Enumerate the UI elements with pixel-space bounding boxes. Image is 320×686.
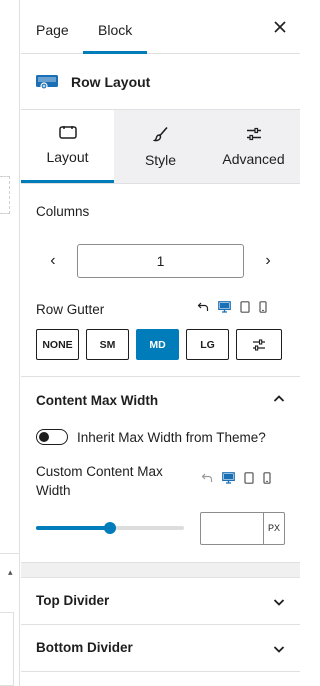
mobile-icon[interactable] [259,301,267,313]
tab-page[interactable]: Page [21,0,84,53]
tab-style-label: Style [144,151,177,168]
top-divider-panel[interactable]: Top Divider [21,578,300,624]
close-icon[interactable] [272,19,288,35]
bottom-divider-panel[interactable]: Bottom Divider [21,625,300,671]
caret-icon: ▴ [8,567,13,577]
unit-select[interactable]: PX [264,512,285,545]
content-max-width-title[interactable]: Content Max Width [36,393,158,408]
section-spacer [21,562,300,578]
block-card: Row Layout [21,54,300,110]
block-settings-sidebar: Page Block Row Layout Layout Style Advan… [21,0,300,686]
chevron-down-icon [273,599,285,606]
inspector-tabs: Layout Style Advanced [21,110,300,184]
undo-icon[interactable] [201,472,213,484]
row-gutter-label: Row Gutter [36,302,105,317]
gutter-device-switcher [197,301,267,313]
chevron-down-icon [273,646,285,653]
max-width-device-switcher [201,472,271,484]
tab-style[interactable]: Style [114,110,207,183]
block-placeholder-outline [0,176,10,214]
gutter-button-group: NONE SM MD LG [36,329,282,360]
tablet-icon[interactable] [240,301,250,313]
canvas-block-outline [0,612,14,686]
tab-layout-label: Layout [46,149,89,165]
tab-advanced-label: Advanced [222,150,285,167]
toggle-knob [39,431,49,442]
inherit-max-width-label: Inherit Max Width from Theme? [77,430,266,445]
bottom-divider-title: Bottom Divider [36,640,133,655]
sliders-icon [253,338,265,351]
gutter-sm-button[interactable]: SM [86,329,129,360]
slider-fill [36,526,110,530]
tab-layout[interactable]: Layout [21,110,114,183]
max-width-input[interactable] [200,512,264,545]
row-layout-icon [36,74,58,90]
top-divider-title: Top Divider [36,593,110,608]
columns-prev-button[interactable]: ‹ [36,252,70,270]
brush-icon [152,126,168,141]
canvas-divider [0,553,20,554]
desktop-icon[interactable] [218,301,231,313]
layout-icon [58,126,77,139]
columns-next-button[interactable]: › [251,252,285,270]
mobile-icon[interactable] [263,472,271,484]
max-width-slider[interactable] [36,521,184,535]
columns-input[interactable]: 1 [76,244,245,278]
desktop-icon[interactable] [222,472,235,484]
editor-canvas-edge: ▴ [0,0,20,686]
sliders-icon [246,127,261,140]
section-divider [21,376,300,377]
section-divider [21,671,300,672]
tab-block[interactable]: Block [83,0,148,54]
columns-control: ‹ 1 › [36,244,285,278]
chevron-up-icon[interactable] [272,392,286,406]
block-title: Row Layout [71,73,151,90]
gutter-lg-button[interactable]: LG [186,329,229,360]
tablet-icon[interactable] [244,472,254,484]
gutter-md-button[interactable]: MD [136,329,179,360]
undo-icon[interactable] [197,301,209,313]
tab-advanced[interactable]: Advanced [207,110,300,183]
inherit-max-width-toggle[interactable] [36,429,68,445]
slider-thumb[interactable] [104,522,116,534]
custom-content-max-width-label: Custom Content Max Width [36,464,163,498]
gutter-custom-button[interactable] [236,329,282,360]
columns-label: Columns [36,204,90,219]
gutter-none-button[interactable]: NONE [36,329,79,360]
sidebar-header: Page Block [21,0,300,54]
